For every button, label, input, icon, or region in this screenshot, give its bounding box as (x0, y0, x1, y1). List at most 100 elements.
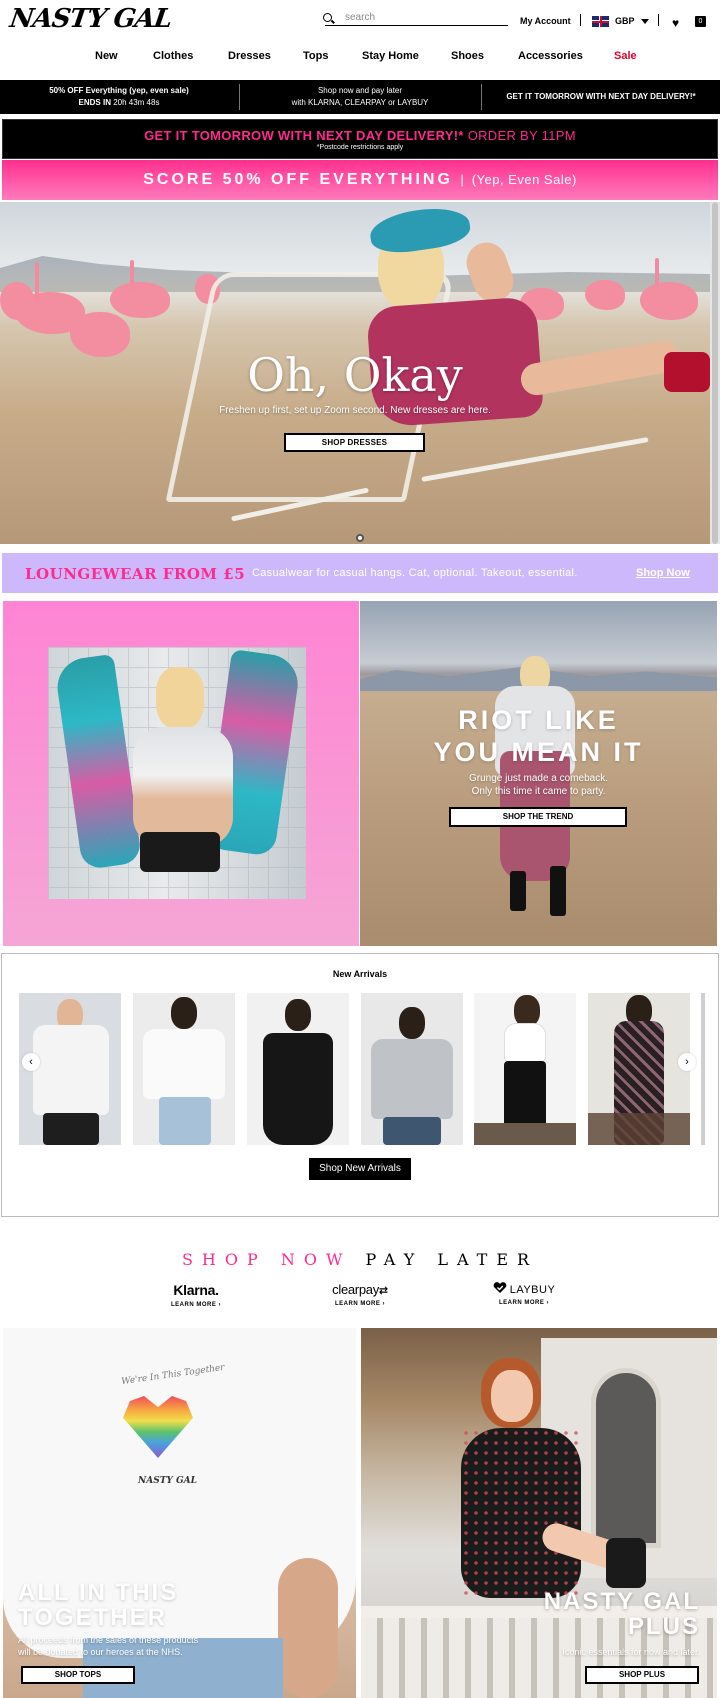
hero-scrollbar-thumb[interactable] (712, 202, 718, 544)
pay-later-heading: SHOP NOW PAY LATER (0, 1250, 720, 1269)
riot-title: RIOT LIKE YOU MEAN IT (360, 704, 717, 768)
white-top-black-trousers-product[interactable] (474, 993, 576, 1145)
pay-later-heading-pink: SHOP NOW (181, 1250, 352, 1269)
nav-item-stay-home[interactable]: Stay Home (362, 50, 419, 62)
house-door (591, 1368, 661, 1548)
laybuy-logo[interactable]: LAYBUY LEARN MORE › (464, 1282, 584, 1306)
carousel-prev-arrow[interactable]: ‹ (22, 1053, 40, 1071)
nhs-tile-title-line2: TOGETHER (18, 1604, 167, 1631)
flamingo-decoration (35, 262, 39, 302)
black-dress-product[interactable] (247, 993, 349, 1145)
delivery-headline: GET IT TOMORROW WITH NEXT DAY DELIVERY!* (144, 128, 464, 143)
clearpay-learn-more[interactable]: LEARN MORE › (300, 1301, 420, 1307)
loungewear-description: Casualwear for casual hangs. Cat, option… (252, 567, 578, 579)
sale-subline: (Yep, Even Sale) (471, 172, 577, 187)
model-boot (606, 1538, 646, 1588)
laybuy-name: LAYBUY (509, 1284, 556, 1296)
promo-strip: 50% OFF Everything (yep, even sale) ENDS… (0, 80, 720, 114)
nav-item-tops[interactable]: Tops (303, 50, 328, 62)
partial-product[interactable] (701, 993, 705, 1145)
delivery-note: *Postcode restrictions apply (316, 144, 404, 151)
nav-item-accessories[interactable]: Accessories (518, 50, 583, 62)
nhs-tile-subtitle-line1: All proceeds from the sales of these pro… (18, 1635, 199, 1645)
grey-blouse-product[interactable] (361, 993, 463, 1145)
clearpay-name: clearpay (332, 1282, 379, 1297)
chevron-down-icon[interactable] (641, 19, 649, 24)
hero-subtitle: Freshen up first, set up Zoom second. Ne… (219, 405, 491, 416)
model-body (133, 727, 233, 847)
nhs-tile-subtitle-line2: will be donated to our heroes at the NHS… (18, 1647, 183, 1657)
flamingo-decoration (640, 282, 698, 320)
header-divider (580, 14, 581, 26)
riot-subtitle-line1: Grunge just made a comeback. (469, 773, 608, 784)
model-boot (550, 866, 566, 916)
plus-tile-title: NASTY GAL PLUS (361, 1589, 700, 1639)
laybuy-learn-more[interactable]: LEARN MORE › (464, 1300, 584, 1306)
search-input[interactable] (345, 10, 505, 24)
promo-offer[interactable]: 50% OFF Everything (yep, even sale) ENDS… (0, 80, 238, 114)
main-nav: New Clothes Dresses Tops Stay Home Shoes… (0, 50, 720, 68)
header-divider (658, 14, 659, 26)
clearpay-logo[interactable]: clearpay⇄ LEARN MORE › (300, 1282, 420, 1307)
loungewear-banner[interactable]: LOUNGEWEAR FROM £5 Casualwear for casual… (2, 553, 718, 593)
shop-dresses-button[interactable]: SHOP DRESSES (284, 433, 425, 452)
nhs-tile-subtitle: All proceeds from the sales of these pro… (18, 1634, 198, 1658)
nav-item-new[interactable]: New (95, 50, 118, 62)
carousel-next-arrow[interactable]: › (678, 1053, 696, 1071)
shop-new-arrivals-button[interactable]: Shop New Arrivals (309, 1158, 411, 1180)
loungewear-shop-now-link[interactable]: Shop Now (636, 567, 690, 579)
flamingo-decoration (0, 282, 34, 320)
nav-item-dresses[interactable]: Dresses (228, 50, 271, 62)
wishlist-heart-icon[interactable]: ♥ (672, 17, 679, 29)
carousel-dot[interactable] (356, 534, 364, 542)
klarna-logo[interactable]: Klarna. LEARN MORE › (136, 1282, 256, 1308)
search-icon[interactable] (323, 13, 332, 22)
nhs-tile-title-line1: ALL IN THIS (18, 1579, 179, 1606)
riot-title-line1: RIOT LIKE (458, 705, 619, 735)
riot-subtitle-line2: Only this time it came to party. (471, 786, 606, 797)
klarna-learn-more[interactable]: LEARN MORE › (136, 1302, 256, 1308)
plus-collection-tile[interactable] (361, 1328, 717, 1698)
flamingo-decoration (130, 260, 134, 290)
fringe-jacket-photo[interactable] (48, 647, 306, 899)
site-header: NASTY GAL My Account GBP ♥ 0 New Clothes… (0, 0, 720, 80)
sale-headline: SCORE 50% OFF EVERYTHING (143, 171, 453, 188)
clearpay-arrows-icon: ⇄ (378, 1285, 388, 1297)
hero-title: Oh, Okay (247, 348, 463, 402)
search-bar[interactable] (323, 10, 508, 26)
nav-item-sale[interactable]: Sale (614, 50, 637, 62)
plus-tile-title-line1: NASTY GAL (543, 1588, 700, 1615)
riot-title-line2: YOU MEAN IT (433, 737, 644, 767)
floral-two-piece-product[interactable] (588, 993, 690, 1145)
nav-item-clothes[interactable]: Clothes (153, 50, 193, 62)
flamingo-decoration (655, 258, 659, 288)
white-tee-product[interactable] (133, 993, 235, 1145)
promo-delivery[interactable]: GET IT TOMORROW WITH NEXT DAY DELIVERY!* (482, 80, 720, 114)
shop-plus-button[interactable]: SHOP PLUS (585, 1666, 699, 1684)
shopping-bag-icon[interactable]: 0 (695, 16, 706, 27)
chair-leg (421, 437, 649, 482)
shop-the-trend-button[interactable]: SHOP THE TREND (449, 807, 627, 827)
sale-banner[interactable]: SCORE 50% OFF EVERYTHING | (Yep, Even Sa… (2, 160, 718, 200)
site-logo[interactable]: NASTY GAL (8, 4, 174, 34)
model-arm (278, 1558, 338, 1698)
flamingo-decoration (585, 280, 625, 310)
uk-flag-icon[interactable] (592, 16, 609, 27)
klarna-name: Klarna. (173, 1282, 219, 1298)
model-dress (461, 1428, 581, 1598)
tee-print-logo: NASTY GAL (138, 1476, 197, 1486)
my-account-link[interactable]: My Account (520, 16, 571, 26)
shop-tops-button[interactable]: SHOP TOPS (21, 1666, 135, 1684)
promo-paylater[interactable]: Shop now and pay later with KLARNA, CLEA… (240, 80, 480, 114)
model-shorts (140, 832, 220, 872)
model-arm (460, 236, 520, 308)
model-head (156, 667, 204, 729)
plus-tile-title-line2: PLUS (627, 1613, 700, 1640)
nhs-tile-title: ALL IN THIS TOGETHER (18, 1580, 178, 1630)
currency-selector[interactable]: GBP (615, 16, 635, 26)
riot-subtitle: Grunge just made a comeback. Only this t… (360, 772, 717, 798)
nav-item-shoes[interactable]: Shoes (451, 50, 484, 62)
model-boot (510, 871, 526, 911)
next-day-delivery-banner[interactable]: GET IT TOMORROW WITH NEXT DAY DELIVERY!*… (2, 119, 718, 159)
paylater-line2: with KLARNA, CLEARPAY or LAYBUY (291, 98, 429, 107)
